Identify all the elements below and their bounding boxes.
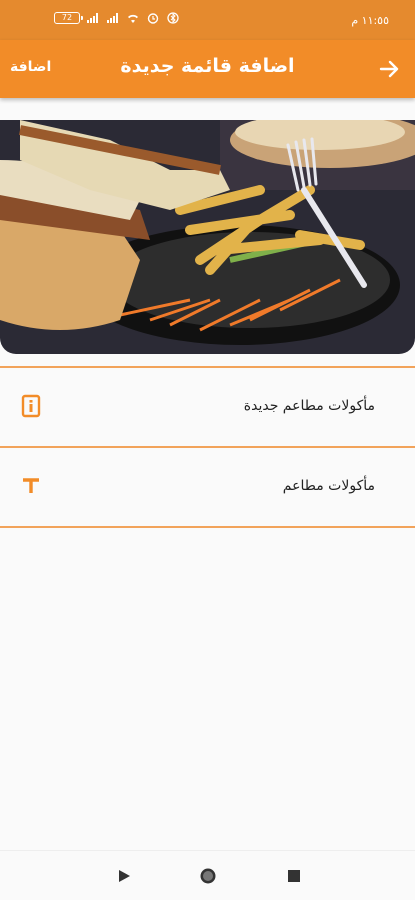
status-bar: 72 ١١:٥٥ م	[0, 0, 415, 40]
list-item-label: مأكولات مطاعم	[282, 478, 375, 494]
info-box-icon	[21, 394, 41, 418]
home-circle-icon[interactable]	[198, 866, 218, 886]
wifi-icon	[128, 14, 138, 23]
arrow-right-icon[interactable]	[377, 57, 401, 81]
divider	[0, 526, 415, 528]
system-nav-bar	[0, 850, 415, 900]
app-bar: اضافة اضافة قائمة جديدة	[0, 40, 415, 98]
text-t-icon	[23, 478, 39, 493]
list-item[interactable]: مأكولات مطاعم	[0, 448, 415, 526]
battery-icon: 72	[54, 12, 83, 24]
bluetooth-icon	[167, 12, 179, 24]
status-time: ١١:٥٥ م	[351, 14, 389, 27]
list-item[interactable]: مأكولات مطاعم جديدة	[0, 368, 415, 446]
menu-list: مأكولات مطاعم جديدة مأكولات مطاعم	[0, 366, 415, 528]
signal-icon	[87, 13, 98, 23]
food-plate-photo	[0, 120, 415, 354]
alarm-icon	[147, 13, 159, 24]
list-item-label: مأكولات مطاعم جديدة	[243, 398, 375, 414]
back-triangle-icon[interactable]	[114, 866, 134, 886]
recents-square-icon[interactable]	[284, 866, 304, 886]
signal-icon	[107, 13, 118, 23]
page-title: اضافة قائمة جديدة	[120, 55, 295, 77]
status-icons: 72	[54, 12, 180, 24]
